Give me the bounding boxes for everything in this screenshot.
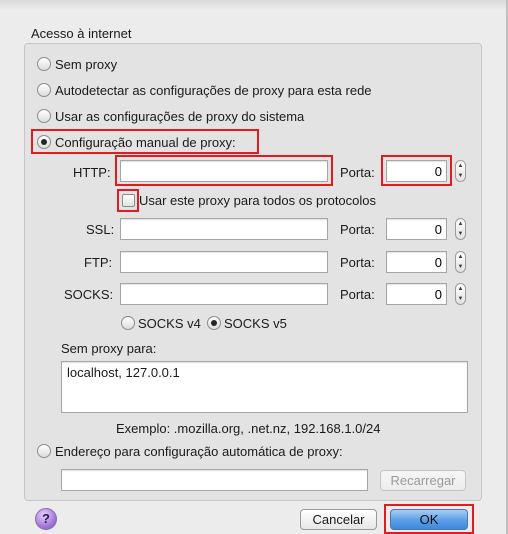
chevron-up-icon[interactable]: ▲ xyxy=(456,252,465,262)
ftp-port-label: Porta: xyxy=(340,255,375,270)
ok-button[interactable]: OK xyxy=(390,509,468,530)
chevron-down-icon[interactable]: ▼ xyxy=(456,229,465,239)
radio-manual-proxy[interactable] xyxy=(37,135,51,149)
chevron-up-icon[interactable]: ▲ xyxy=(456,284,465,294)
http-port-label: Porta: xyxy=(340,165,375,180)
socks-v5-label[interactable]: SOCKS v5 xyxy=(224,316,287,331)
socks-proxy-input[interactable] xyxy=(120,283,328,305)
section-title: Acesso à internet xyxy=(31,26,132,41)
radio-system-proxy-label[interactable]: Usar as configurações de proxy do sistem… xyxy=(55,109,304,124)
radio-socks-v4[interactable] xyxy=(121,316,135,330)
ssl-port-label: Porta: xyxy=(340,222,375,237)
radio-auto-detect-label[interactable]: Autodetectar as configurações de proxy p… xyxy=(55,83,372,98)
radio-no-proxy[interactable] xyxy=(37,57,51,71)
auto-config-url-input[interactable] xyxy=(61,469,368,491)
ssl-port-input[interactable] xyxy=(386,218,447,240)
chevron-up-icon[interactable]: ▲ xyxy=(456,161,465,171)
ftp-port-stepper[interactable]: ▲ ▼ xyxy=(455,251,466,273)
radio-auto-detect[interactable] xyxy=(37,83,51,97)
chevron-down-icon[interactable]: ▼ xyxy=(456,262,465,272)
http-port-input[interactable] xyxy=(386,160,447,182)
socks-port-input[interactable] xyxy=(386,283,447,305)
help-icon[interactable]: ? xyxy=(35,508,57,530)
ssl-port-stepper[interactable]: ▲ ▼ xyxy=(455,218,466,240)
ftp-proxy-input[interactable] xyxy=(120,251,328,273)
http-proxy-input[interactable] xyxy=(120,160,328,182)
socks-label: SOCKS: xyxy=(64,287,114,302)
no-proxy-example: Exemplo: .mozilla.org, .net.nz, 192.168.… xyxy=(116,421,381,436)
chevron-down-icon[interactable]: ▼ xyxy=(456,294,465,304)
title-bar-shadow xyxy=(0,0,508,10)
http-port-stepper[interactable]: ▲ ▼ xyxy=(455,160,466,182)
socks-port-label: Porta: xyxy=(340,287,375,302)
no-proxy-for-textarea[interactable]: localhost, 127.0.0.1 xyxy=(61,361,468,413)
use-for-all-label[interactable]: Usar este proxy para todos os protocolos xyxy=(139,193,376,208)
ssl-proxy-input[interactable] xyxy=(120,218,328,240)
chevron-down-icon[interactable]: ▼ xyxy=(456,171,465,181)
cancel-button[interactable]: Cancelar xyxy=(300,509,377,530)
radio-manual-proxy-label[interactable]: Configuração manual de proxy: xyxy=(55,135,236,150)
socks-v4-label[interactable]: SOCKS v4 xyxy=(138,316,201,331)
ftp-label: FTP: xyxy=(84,255,113,270)
socks-port-stepper[interactable]: ▲ ▼ xyxy=(455,283,466,305)
connection-settings-dialog: Acesso à internet Sem proxy Autodetectar… xyxy=(0,0,508,534)
ftp-port-input[interactable] xyxy=(386,251,447,273)
use-for-all-checkbox[interactable] xyxy=(122,194,135,207)
no-proxy-for-label: Sem proxy para: xyxy=(61,341,157,356)
reload-button[interactable]: Recarregar xyxy=(380,470,466,491)
ssl-label: SSL: xyxy=(86,222,115,237)
radio-auto-config-label[interactable]: Endereço para configuração automática de… xyxy=(55,444,343,459)
radio-system-proxy[interactable] xyxy=(37,109,51,123)
radio-socks-v5[interactable] xyxy=(207,316,221,330)
radio-auto-config[interactable] xyxy=(37,444,51,458)
http-label: HTTP: xyxy=(73,165,111,180)
radio-no-proxy-label[interactable]: Sem proxy xyxy=(55,57,117,72)
chevron-up-icon[interactable]: ▲ xyxy=(456,219,465,229)
